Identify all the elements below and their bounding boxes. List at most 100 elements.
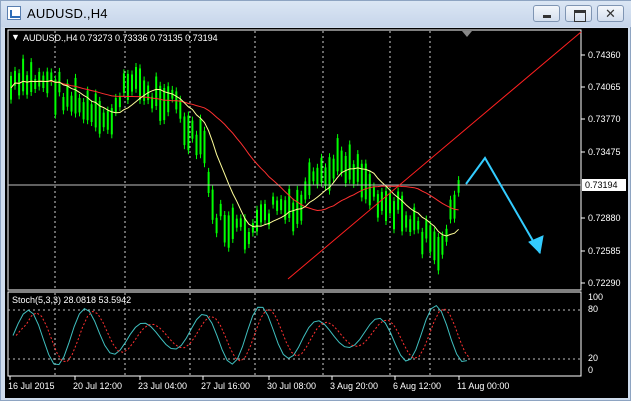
candle-body [449, 199, 452, 220]
candle-body [288, 188, 291, 218]
candle-body [280, 199, 283, 211]
candle-body [86, 90, 89, 121]
candle-body [389, 192, 391, 214]
candle-body [187, 115, 190, 151]
stochastic-scale-label: 20 [588, 353, 598, 363]
candle-body [30, 62, 33, 92]
candle-body [397, 191, 400, 210]
candle-body [300, 194, 303, 221]
candle-body [131, 74, 133, 92]
candle-body [344, 156, 347, 183]
candle-body [183, 116, 186, 146]
candle-body [328, 157, 331, 191]
candle-body [102, 112, 105, 128]
candle-body [441, 235, 444, 255]
candle-body [417, 220, 420, 230]
candle-body [308, 162, 311, 196]
projection-arrow[interactable] [465, 156, 544, 255]
price-label: 0.73770 [588, 114, 621, 124]
price-label: 0.72585 [588, 246, 621, 256]
stochastic-scale-label: 0 [588, 365, 593, 375]
candle-body [114, 97, 117, 113]
candle-body [425, 219, 428, 239]
window-title: AUDUSD.,H4 [27, 6, 108, 21]
collapse-triangle-icon[interactable]: ▼ [11, 32, 20, 42]
candle-body [135, 67, 137, 89]
candle-body [219, 203, 222, 217]
candle-body [457, 180, 460, 193]
candle-body [215, 217, 218, 234]
stochastic-levels [8, 309, 581, 360]
candle-body [304, 181, 307, 200]
candle-body [159, 85, 162, 121]
candle-body [368, 174, 371, 206]
candle-body [18, 73, 21, 96]
price-label: 0.73475 [588, 147, 621, 157]
candle-body [203, 130, 206, 164]
price-label: 0.74360 [588, 50, 621, 60]
price-axis: 0.74360 0.74065 0.73770 0.73475 0.72880 0.725… [581, 50, 621, 288]
candle-body [54, 79, 57, 115]
price-chart[interactable]: ▼ AUDUSD.,H4 0.73273 0.73336 0.73135 0.7… [5, 28, 628, 398]
chart-window-icon [7, 6, 21, 20]
stochastic-main-line [12, 304, 467, 366]
time-label: 30 Jul 08:00 [267, 381, 316, 391]
candle-body [433, 231, 436, 261]
title-bar[interactable]: AUDUSD.,H4 ✕ [1, 1, 631, 27]
time-label: 11 Aug 00:00 [457, 381, 509, 391]
candle-body [348, 144, 351, 180]
candle-body [437, 237, 440, 271]
candle-body [372, 186, 375, 197]
candle-body [316, 167, 319, 185]
candle-body [376, 194, 379, 218]
maximize-button[interactable] [565, 5, 592, 22]
chart-grid [54, 31, 431, 375]
candle-body [272, 196, 275, 205]
stochastic-header: Stoch(5,3,3) 28.0818 53.5942 [12, 295, 131, 305]
candle-body [46, 71, 49, 94]
main-chart-frame [7, 29, 582, 291]
candle-body [34, 78, 37, 89]
candle-body [70, 95, 73, 112]
candle-body [106, 110, 109, 130]
candle-body [94, 93, 97, 128]
candle-body [324, 167, 327, 186]
candle-body [312, 171, 315, 182]
candle-body [22, 58, 25, 92]
candle-body [380, 191, 383, 211]
time-label: 27 Jul 16:00 [201, 381, 250, 391]
candle-body [195, 134, 198, 156]
candle-body [264, 203, 266, 221]
candle-body [393, 201, 395, 230]
candle-body [78, 97, 81, 113]
time-label: 23 Jul 04:00 [138, 381, 187, 391]
candle-body [143, 80, 146, 101]
candle-body [320, 157, 323, 183]
chart-header: AUDUSD.,H4 0.73273 0.73336 0.73135 0.731… [23, 33, 218, 43]
stochastic-scale: 100 80 20 0 [588, 292, 603, 375]
chart-area[interactable]: ▼ AUDUSD.,H4 0.73273 0.73336 0.73135 0.7… [5, 28, 628, 398]
candle-body [118, 96, 121, 108]
candle-body [163, 88, 166, 121]
price-label: 0.72880 [588, 213, 621, 223]
minimize-button[interactable] [533, 5, 560, 22]
candle-body [340, 150, 343, 173]
candle-body [235, 218, 238, 228]
candle-body [256, 209, 258, 232]
candle-body [62, 97, 65, 111]
candle-body [409, 219, 412, 232]
shift-marker-icon[interactable] [462, 31, 472, 37]
candle-body [90, 104, 93, 122]
time-label: 3 Aug 20:00 [330, 381, 378, 391]
candle-body [292, 202, 295, 232]
candle-body [239, 218, 242, 227]
candle-body [260, 204, 262, 223]
candle-body [453, 194, 456, 219]
price-label: 0.72290 [588, 278, 621, 288]
candle-body [247, 232, 250, 245]
candlestick-series [10, 54, 460, 275]
close-button[interactable]: ✕ [597, 5, 624, 22]
candle-body [332, 158, 335, 179]
time-label: 16 Jul 2015 [8, 381, 55, 391]
stochastic-scale-label: 80 [588, 304, 598, 314]
